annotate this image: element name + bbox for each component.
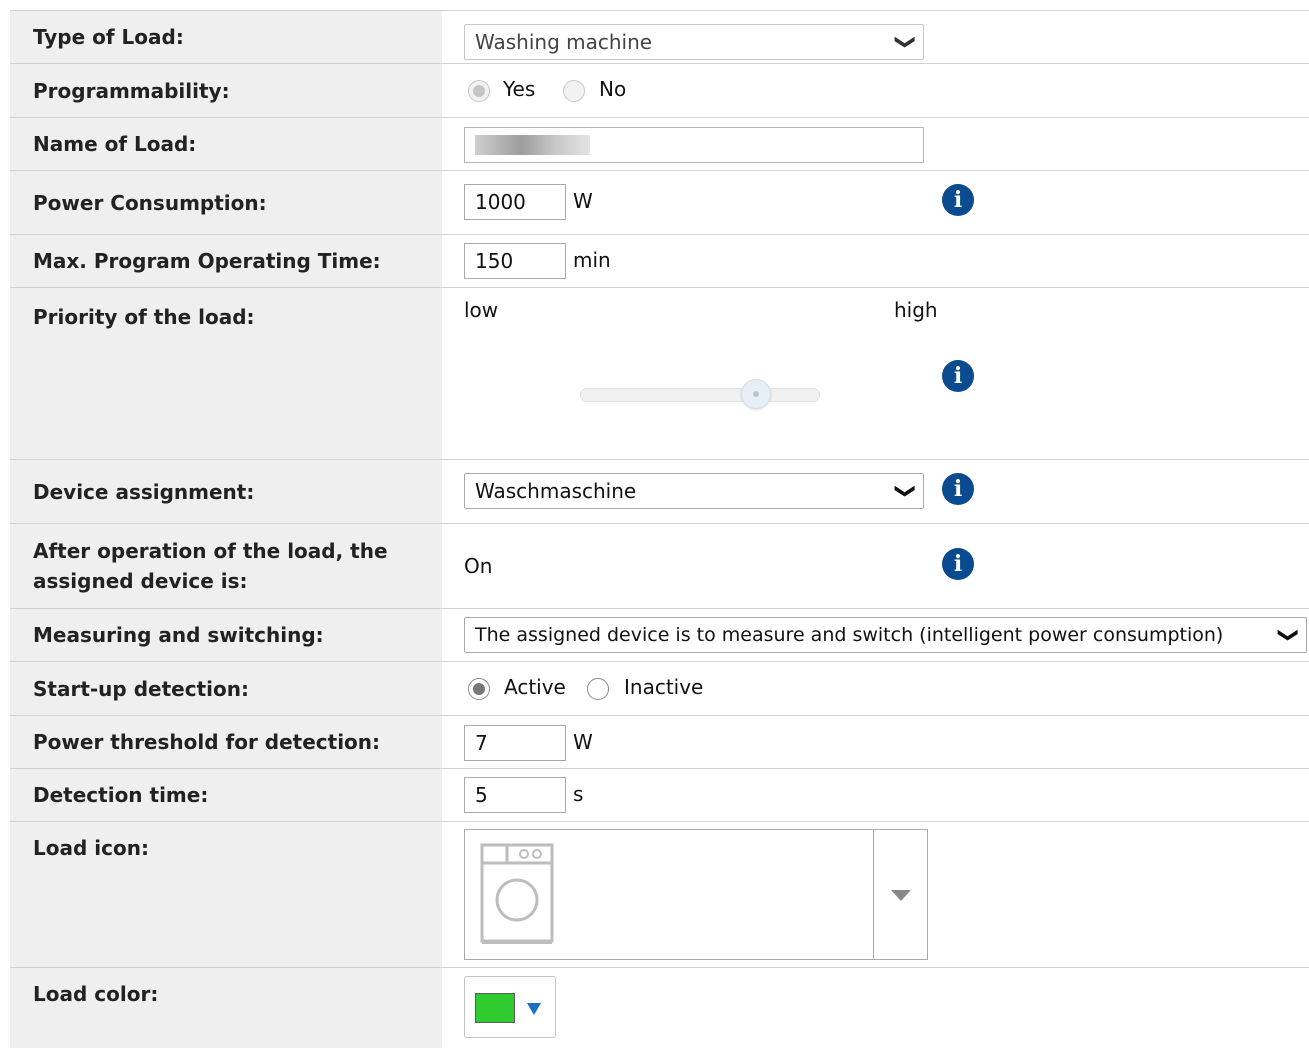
priority-label: Priority of the load: [10,288,442,459]
chevron-down-icon: ❯ [894,482,919,500]
measuring-switching-value: The assigned device is to measure and sw… [475,624,1224,646]
row-type-of-load: Type of Load: Washing machine ❯ [10,11,1309,64]
measuring-switching-label: Measuring and switching: [10,609,442,661]
after-operation-label-line2: assigned device is: [33,569,248,593]
power-threshold-label: Power threshold for detection: [10,716,442,768]
power-threshold-value: 7 [475,731,488,755]
info-icon[interactable]: i [942,184,974,216]
startup-inactive-label: Inactive [624,675,704,699]
dropdown-arrow-icon[interactable] [891,890,911,902]
chevron-down-icon: ❯ [894,33,919,51]
device-assignment-label: Device assignment: [10,460,442,523]
dropdown-arrow-icon[interactable] [527,1003,541,1015]
after-operation-label: After operation of the load, the assigne… [10,524,442,608]
startup-inactive-radio[interactable] [587,678,609,700]
max-program-time-input[interactable]: 150 [464,243,566,279]
startup-active-radio[interactable] [468,678,490,700]
measuring-switching-cell: The assigned device is to measure and sw… [442,609,1309,661]
load-settings-form: Type of Load: Washing machine ❯ Programm… [10,10,1309,1048]
power-consumption-input[interactable]: 1000 [464,184,566,220]
row-load-color: Load color: [10,968,1309,1048]
device-assignment-value: Waschmaschine [475,479,637,503]
power-consumption-unit: W [573,189,593,213]
device-assignment-select[interactable]: Waschmaschine ❯ [464,473,924,509]
priority-high-label: high [894,298,938,322]
after-operation-cell: On i [442,524,1309,608]
row-device-assignment: Device assignment: Waschmaschine ❯ i [10,460,1309,524]
row-startup-detection: Start-up detection: Active Inactive [10,662,1309,716]
programmability-cell: Yes No [442,64,1309,117]
detection-time-label: Detection time: [10,769,442,821]
row-power-threshold: Power threshold for detection: 7 W [10,716,1309,769]
row-load-icon: Load icon: [10,822,1309,968]
startup-active-label: Active [504,675,566,699]
priority-low-label: low [464,298,499,322]
name-of-load-label: Name of Load: [10,118,442,170]
power-threshold-input[interactable]: 7 [464,725,566,761]
row-programmability: Programmability: Yes No [10,64,1309,118]
detection-time-unit: s [573,782,584,806]
after-operation-value: On [464,554,493,578]
slider-grip-dot [753,391,760,397]
after-operation-label-line1: After operation of the load, the [33,539,388,563]
startup-detection-cell: Active Inactive [442,662,1309,715]
power-consumption-label: Power Consumption: [10,171,442,234]
info-icon[interactable]: i [942,548,974,580]
max-program-time-cell: 150 min [442,235,1309,287]
type-of-load-value: Washing machine [475,30,653,54]
programmability-no-radio[interactable] [563,80,585,102]
detection-time-value: 5 [475,783,488,807]
row-max-program-time: Max. Program Operating Time: 150 min [10,235,1309,288]
row-detection-time: Detection time: 5 s [10,769,1309,822]
row-measuring-switching: Measuring and switching: The assigned de… [10,609,1309,662]
detection-time-cell: 5 s [442,769,1309,821]
power-threshold-unit: W [573,730,593,754]
row-power-consumption: Power Consumption: 1000 W i [10,171,1309,235]
max-program-time-value: 150 [475,249,514,273]
programmability-yes-radio[interactable] [468,80,490,102]
programmability-yes-label: Yes [503,77,536,101]
programmability-no-label: No [599,77,627,101]
power-consumption-value: 1000 [475,190,526,214]
color-swatch [475,993,515,1023]
row-after-operation: After operation of the load, the assigne… [10,524,1309,609]
programmability-label: Programmability: [10,64,442,117]
load-color-label: Load color: [10,968,442,1048]
type-of-load-select[interactable]: Washing machine ❯ [464,24,924,60]
type-of-load-cell: Washing machine ❯ [442,11,1309,63]
load-color-cell [442,968,1309,1048]
washing-machine-icon [480,843,554,944]
type-of-load-label: Type of Load: [10,11,442,63]
chevron-down-icon: ❯ [1274,626,1305,644]
detection-time-input[interactable]: 5 [464,777,566,813]
row-priority: Priority of the load: low high i [10,288,1309,460]
priority-slider-handle[interactable] [741,379,772,409]
max-program-time-label: Max. Program Operating Time: [10,235,442,287]
power-threshold-cell: 7 W [442,716,1309,768]
startup-detection-label: Start-up detection: [10,662,442,715]
name-of-load-input[interactable] [464,127,924,163]
info-icon[interactable]: i [942,360,974,392]
priority-cell: low high i [442,288,1309,459]
info-icon[interactable]: i [942,473,974,505]
power-consumption-cell: 1000 W i [442,171,1309,234]
load-icon-cell [442,822,1309,967]
load-color-picker[interactable] [464,976,556,1038]
max-program-time-unit: min [573,248,611,272]
measuring-switching-select[interactable]: The assigned device is to measure and sw… [464,617,1307,653]
device-assignment-cell: Waschmaschine ❯ i [442,460,1309,523]
redacted-name-blur [475,135,590,155]
picker-divider [873,830,874,959]
load-icon-label: Load icon: [10,822,442,967]
row-name-of-load: Name of Load: [10,118,1309,171]
priority-slider-track[interactable] [580,379,820,409]
load-icon-picker[interactable] [464,829,928,960]
name-of-load-cell [442,118,1309,170]
